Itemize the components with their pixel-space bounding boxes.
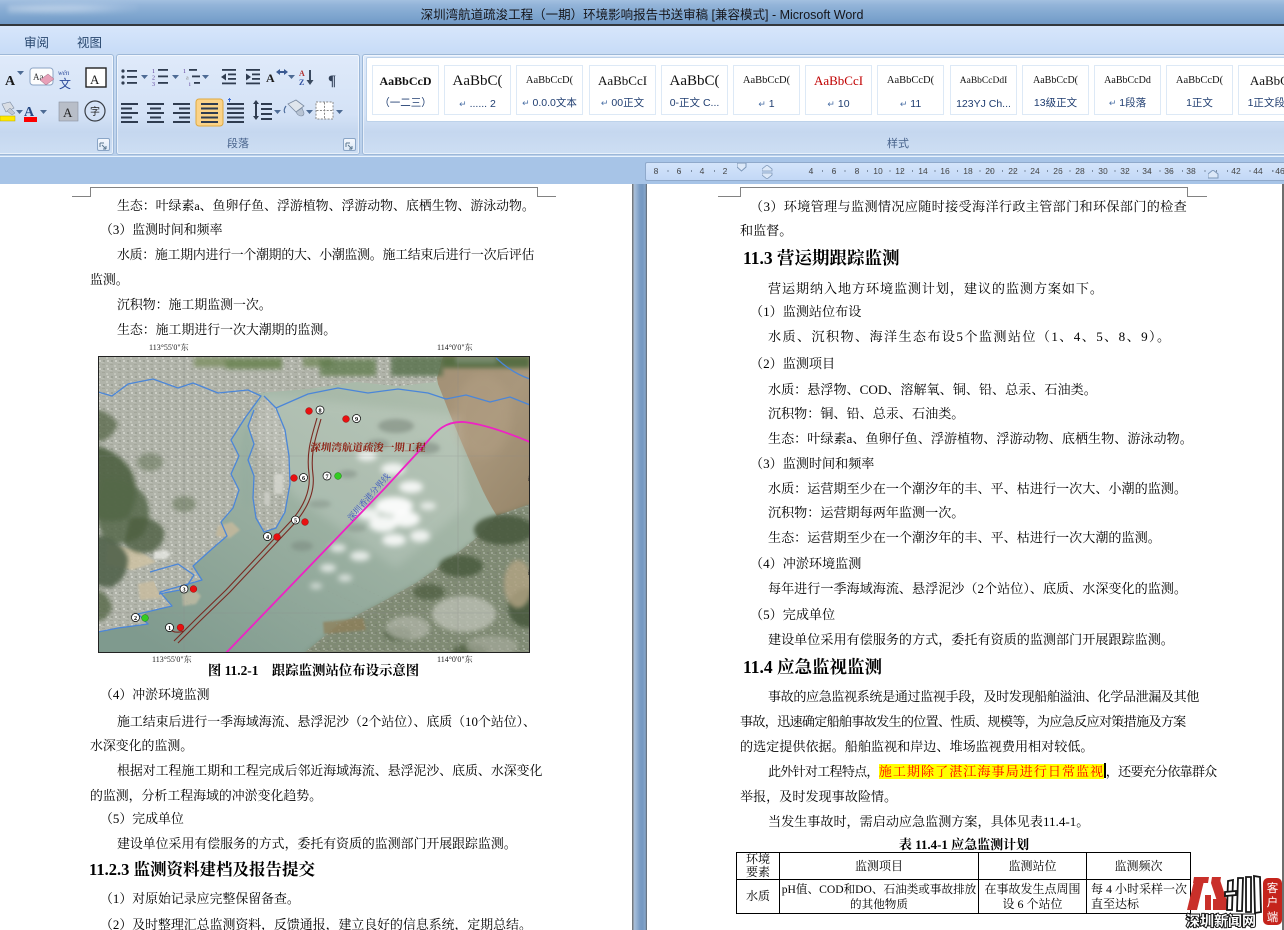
- svg-text:1: 1: [168, 625, 171, 632]
- svg-text:2: 2: [152, 76, 155, 82]
- svg-text:2: 2: [134, 615, 137, 622]
- svg-text:深圳新闻网: 深圳新闻网: [1186, 913, 1256, 929]
- svg-text:A: A: [63, 105, 73, 120]
- svg-text:文: 文: [59, 75, 71, 92]
- svg-text:i: i: [189, 82, 191, 88]
- svg-text:深圳湾航道疏浚一期工程: 深圳湾航道疏浚一期工程: [310, 441, 427, 454]
- svg-text:6: 6: [302, 475, 305, 482]
- svg-text:Z: Z: [299, 78, 304, 87]
- svg-text:a: a: [186, 76, 189, 82]
- svg-text:A: A: [299, 69, 305, 78]
- svg-text:A: A: [90, 72, 100, 87]
- svg-text:5: 5: [294, 517, 297, 524]
- svg-text:3: 3: [152, 82, 155, 88]
- svg-text:7: 7: [325, 473, 328, 480]
- svg-text:9: 9: [355, 416, 358, 423]
- svg-text:端: 端: [1267, 911, 1279, 924]
- svg-text:A: A: [5, 74, 16, 89]
- svg-text:客: 客: [1267, 881, 1279, 895]
- svg-text:A: A: [266, 71, 275, 85]
- svg-text:¶: ¶: [328, 73, 336, 89]
- svg-text:1: 1: [183, 69, 186, 75]
- svg-text:3: 3: [182, 586, 185, 593]
- svg-text:8: 8: [318, 407, 321, 414]
- svg-text:户: 户: [1267, 895, 1279, 909]
- svg-text:1: 1: [152, 69, 155, 75]
- svg-text:字: 字: [90, 103, 100, 118]
- svg-text:4: 4: [266, 534, 269, 541]
